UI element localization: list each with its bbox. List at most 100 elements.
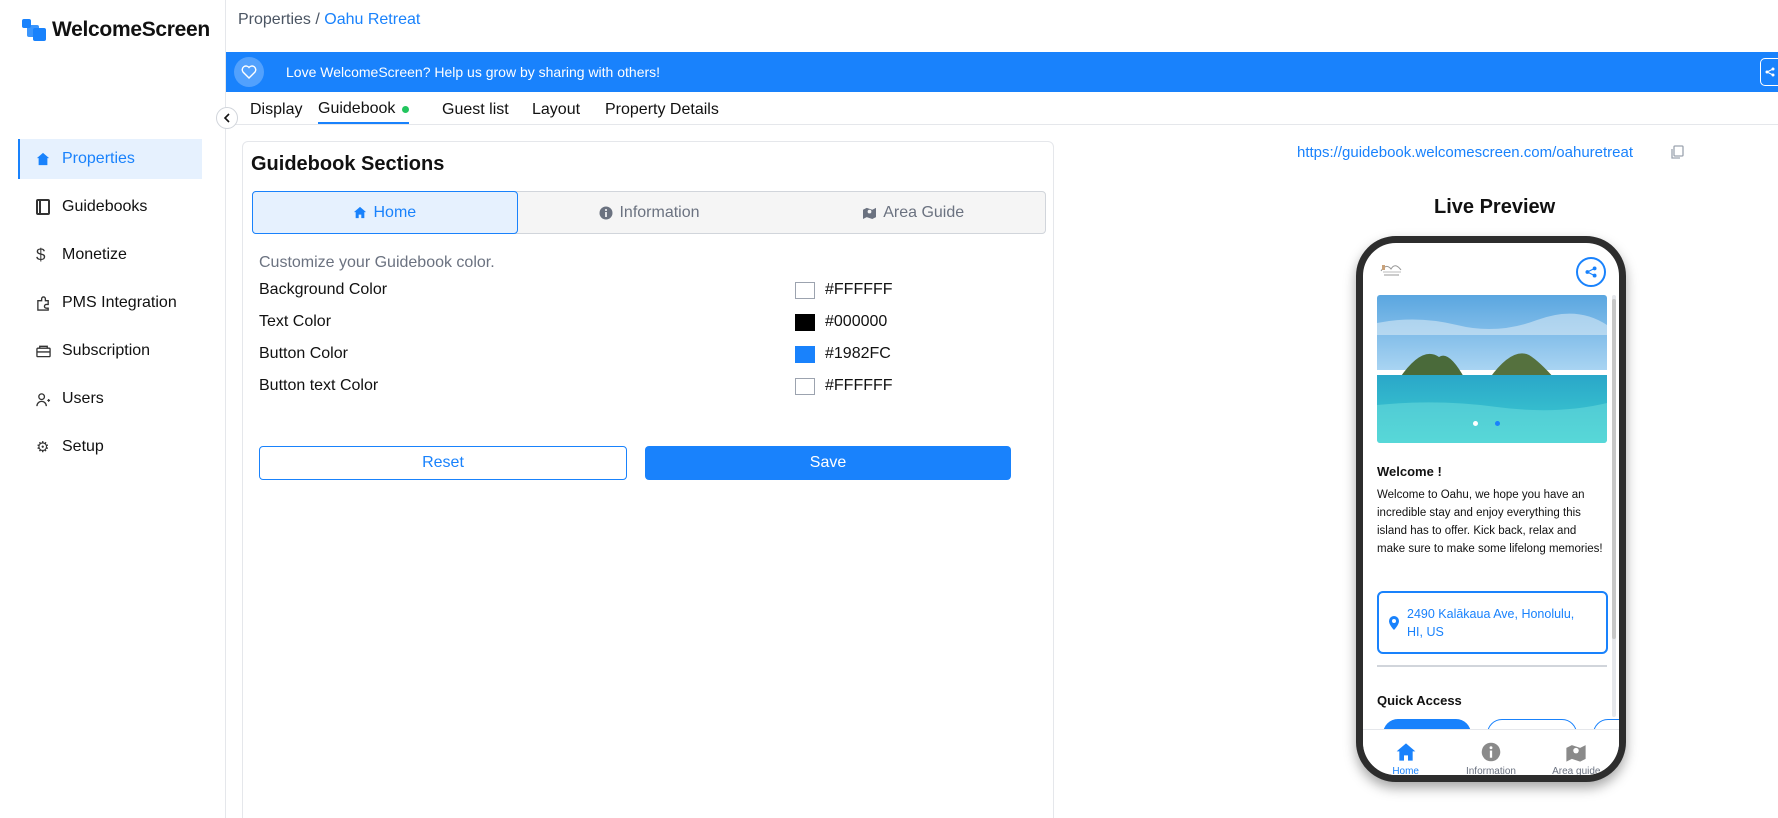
sidebar-item-label: Guidebooks <box>62 198 148 215</box>
segment-label: Home <box>373 203 417 221</box>
tab-guidebook[interactable]: Guidebook <box>318 96 410 124</box>
breadcrumb-current[interactable]: Oahu Retreat <box>324 11 420 28</box>
sidebar-item-guidebooks[interactable]: Guidebooks <box>18 187 202 227</box>
tab-layout[interactable]: Layout <box>532 96 580 124</box>
phone-nav-information[interactable]: Information <box>1448 730 1533 777</box>
sidebar-item-subscription[interactable]: Subscription <box>18 331 202 371</box>
sidebar-item-label: Setup <box>62 438 104 455</box>
sidebar-item-pms-integration[interactable]: PMS Integration <box>18 283 202 323</box>
color-row-button: Button Color #1982FC <box>259 342 1039 366</box>
property-logo <box>1379 259 1405 279</box>
sidebar-item-label: Users <box>62 390 104 407</box>
welcome-body: Welcome to Oahu, we hope you have an inc… <box>1377 489 1603 555</box>
sidebar-item-users[interactable]: Users <box>18 379 202 419</box>
status-dot <box>402 105 410 113</box>
segment-home[interactable]: Home <box>252 191 518 234</box>
hero-image[interactable] <box>1377 295 1607 443</box>
subscription-icon <box>36 344 62 358</box>
tab-label: Guest list <box>442 101 509 118</box>
phone-nav-label: Information <box>1465 766 1516 777</box>
breadcrumb-separator: / <box>310 11 325 28</box>
address-card[interactable]: 2490 Kalākaua Ave, Honolulu, HI, US <box>1377 591 1608 654</box>
logo-icon <box>22 19 46 41</box>
sidebar-nav: Properties Guidebooks $ Monetize PMS Int… <box>18 139 202 475</box>
segment-label: Area Guide <box>883 203 965 221</box>
scrollbar-thumb[interactable] <box>1612 299 1616 639</box>
tab-display[interactable]: Display <box>250 96 302 124</box>
address-text: 2490 Kalākaua Ave, Honolulu, HI, US <box>1407 606 1575 639</box>
color-value[interactable]: #FFFFFF <box>825 281 893 299</box>
color-swatch[interactable] <box>795 345 815 363</box>
phone-preview: Welcome ! Welcome to Oahu, we hope you h… <box>1356 236 1626 782</box>
share-icon[interactable] <box>1576 257 1606 287</box>
tab-guest-list[interactable]: Guest list <box>442 96 509 124</box>
live-preview-title: Live Preview <box>1434 196 1556 218</box>
color-value[interactable]: #000000 <box>825 313 887 331</box>
divider <box>1377 665 1607 667</box>
info-icon <box>1481 742 1501 762</box>
scrollbar[interactable] <box>1612 295 1616 717</box>
map-icon <box>863 207 877 219</box>
breadcrumb: Properties / Oahu Retreat <box>238 11 420 29</box>
info-icon <box>599 206 613 219</box>
sidebar-item-monetize[interactable]: $ Monetize <box>18 235 202 275</box>
color-row-button-text: Button text Color #FFFFFF <box>259 374 1039 398</box>
app-logo[interactable]: WelcomeScreen <box>22 18 210 42</box>
location-pin-icon <box>1389 615 1399 630</box>
dollar-icon: $ <box>36 245 46 264</box>
guidebook-url-link[interactable]: https://guidebook.welcomescreen.com/oahu… <box>1297 144 1633 161</box>
sidebar: WelcomeScreen Properties Guidebooks $ Mo… <box>0 0 226 818</box>
chevron-left-icon <box>223 113 230 123</box>
sidebar-item-properties[interactable]: Properties <box>18 139 202 179</box>
color-label: Button Color <box>259 345 348 362</box>
panel-title: Guidebook Sections <box>251 153 445 175</box>
color-label: Background Color <box>259 281 388 298</box>
collapse-sidebar-button[interactable] <box>216 107 238 129</box>
puzzle-icon <box>36 295 62 311</box>
map-icon <box>1566 745 1586 762</box>
color-swatch[interactable] <box>795 377 815 395</box>
gear-icon: ⚙ <box>36 439 50 456</box>
save-button[interactable]: Save <box>645 446 1011 480</box>
phone-nav-label: Area guide <box>1552 766 1601 777</box>
share-icon <box>1765 67 1774 77</box>
phone-nav-area-guide[interactable]: Area guide <box>1534 730 1619 777</box>
app-root: WelcomeScreen Properties Guidebooks $ Mo… <box>0 0 1778 818</box>
breadcrumb-root[interactable]: Properties <box>238 11 311 28</box>
sidebar-item-label: Monetize <box>62 246 127 263</box>
sidebar-item-label: Properties <box>62 150 135 167</box>
color-swatch[interactable] <box>795 281 815 299</box>
share-button[interactable] <box>1760 58 1778 86</box>
tab-label: Display <box>250 101 303 118</box>
guidebook-sections-panel: Guidebook Sections Home Information Area… <box>242 141 1054 818</box>
color-row-background: Background Color #FFFFFF <box>259 278 1039 302</box>
carousel-dots[interactable] <box>1473 421 1500 426</box>
reset-button[interactable]: Reset <box>259 446 627 480</box>
color-value[interactable]: #1982FC <box>825 345 891 363</box>
segment-area-guide[interactable]: Area Guide <box>781 192 1045 233</box>
color-value[interactable]: #FFFFFF <box>825 377 893 395</box>
home-icon <box>354 206 367 219</box>
color-row-text: Text Color #000000 <box>259 310 1039 334</box>
tab-label: Property Details <box>605 101 719 118</box>
color-swatch[interactable] <box>795 313 815 331</box>
tab-property-details[interactable]: Property Details <box>605 96 719 124</box>
logo-text: WelcomeScreen <box>52 18 210 41</box>
phone-nav-home[interactable]: Home <box>1363 730 1448 777</box>
sidebar-item-label: Subscription <box>62 342 151 359</box>
segment-label: Information <box>619 203 700 221</box>
copy-icon[interactable] <box>1670 145 1684 165</box>
heart-icon <box>234 57 264 87</box>
book-icon <box>36 199 62 215</box>
carousel-dot-active[interactable] <box>1495 421 1500 426</box>
phone-nav-label: Home <box>1392 766 1419 777</box>
welcome-title: Welcome ! <box>1377 464 1442 479</box>
quick-access-title: Quick Access <box>1377 693 1462 708</box>
users-icon <box>36 392 62 407</box>
carousel-dot[interactable] <box>1473 421 1478 426</box>
tab-label: Layout <box>532 101 581 118</box>
home-icon <box>36 152 62 166</box>
segment-information[interactable]: Information <box>518 192 782 233</box>
sidebar-item-setup[interactable]: ⚙ Setup <box>18 427 202 467</box>
banner-text: Love WelcomeScreen? Help us grow by shar… <box>286 64 661 80</box>
